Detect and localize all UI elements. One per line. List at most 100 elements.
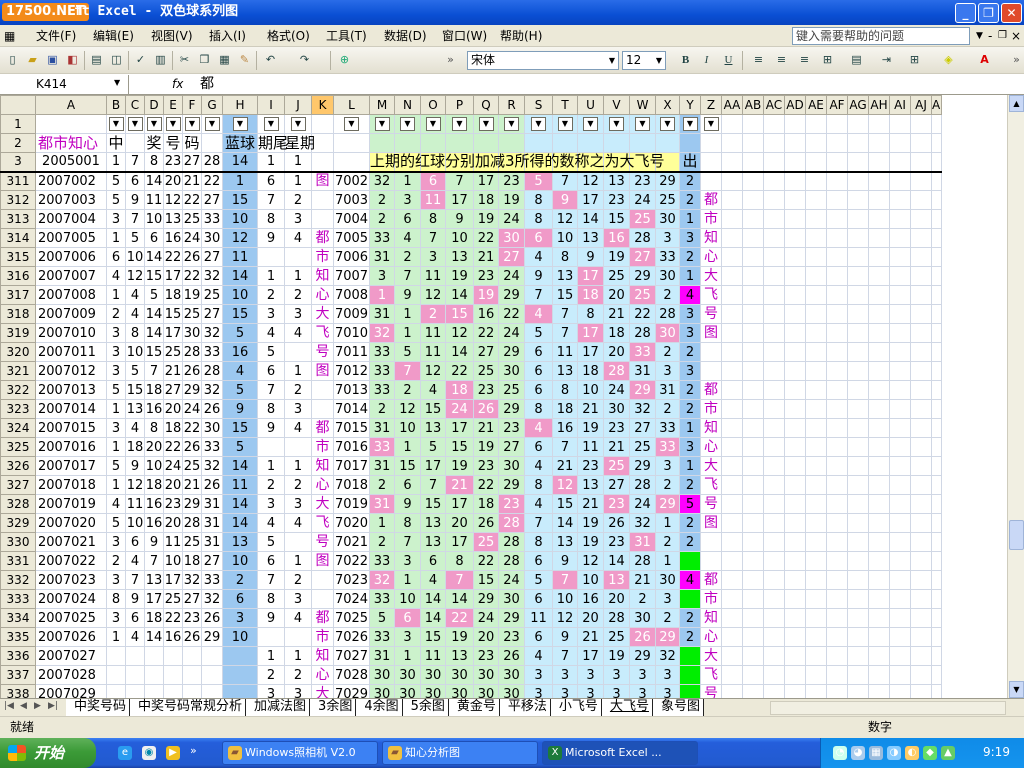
cell[interactable]: 21	[552, 456, 578, 476]
cell[interactable]: 32	[201, 589, 223, 609]
cell[interactable]	[826, 133, 848, 153]
filter-cell[interactable]	[826, 114, 848, 134]
cell[interactable]: 6	[524, 589, 553, 609]
autofilter-dropdown-icon[interactable]: ▼	[400, 117, 415, 131]
cell[interactable]: 12	[445, 323, 474, 343]
cell[interactable]: 3	[655, 665, 680, 685]
cell[interactable]: 2	[655, 608, 680, 628]
row-header[interactable]: 332	[0, 570, 36, 590]
cell[interactable]: 15	[222, 304, 258, 324]
cell[interactable]	[284, 627, 312, 647]
column-header[interactable]: AD	[784, 95, 806, 115]
column-header[interactable]: T	[552, 95, 578, 115]
cell[interactable]	[420, 133, 446, 153]
cell[interactable]: 3	[106, 532, 126, 552]
cell[interactable]: 23	[577, 456, 604, 476]
excel-doc-icon[interactable]: ▦	[4, 28, 15, 44]
chevron-down-icon[interactable]: ▼	[654, 53, 664, 68]
cell[interactable]: 16	[473, 304, 499, 324]
cell[interactable]: 2	[369, 532, 395, 552]
cell[interactable]	[763, 475, 785, 495]
cell[interactable]	[201, 665, 223, 685]
cell[interactable]: 心	[700, 437, 722, 457]
menu-window[interactable]: 窗口(W)	[442, 28, 487, 44]
filter-cell[interactable]: ▼	[369, 114, 395, 134]
cell[interactable]	[784, 152, 806, 172]
cell[interactable]: 1	[655, 513, 680, 533]
cell[interactable]: 10	[445, 228, 474, 248]
cell[interactable]	[182, 665, 202, 685]
doc-minimize-icon[interactable]: -	[988, 28, 992, 44]
autofilter-dropdown-icon[interactable]: ▼	[263, 117, 279, 131]
cell[interactable]: 14	[144, 304, 164, 324]
cell[interactable]: 23	[498, 627, 525, 647]
autofilter-dropdown-icon[interactable]: ▼	[204, 117, 220, 131]
filter-cell[interactable]: ▼	[524, 114, 553, 134]
cell[interactable]	[826, 380, 848, 400]
cell[interactable]: 31	[369, 304, 395, 324]
cell[interactable]: 7	[125, 570, 145, 590]
cell[interactable]	[784, 399, 806, 419]
column-header[interactable]: AK	[931, 95, 942, 115]
cell[interactable]: 12	[394, 399, 421, 419]
cell[interactable]: 29	[655, 171, 680, 191]
cell[interactable]	[700, 133, 722, 153]
cell[interactable]	[826, 399, 848, 419]
cell[interactable]: 21	[473, 418, 499, 438]
cell[interactable]: 31	[369, 494, 395, 514]
cell[interactable]: 26	[182, 247, 202, 267]
column-header[interactable]: I	[257, 95, 285, 115]
filter-cell[interactable]	[721, 114, 743, 134]
cell[interactable]	[784, 684, 806, 698]
cell[interactable]: 18	[577, 285, 604, 305]
cell[interactable]: 32	[655, 646, 680, 666]
cell[interactable]	[889, 323, 911, 343]
cell[interactable]	[868, 361, 890, 381]
cell[interactable]	[931, 304, 942, 324]
cell[interactable]	[805, 646, 827, 666]
cell[interactable]: 4	[524, 646, 553, 666]
cell[interactable]: 7	[394, 532, 421, 552]
cell[interactable]	[826, 532, 848, 552]
cell[interactable]: 7	[257, 190, 285, 210]
cell[interactable]	[910, 304, 932, 324]
column-header[interactable]: Q	[473, 95, 499, 115]
cell[interactable]	[257, 437, 285, 457]
cell[interactable]	[222, 684, 258, 698]
cell[interactable]: 5	[394, 342, 421, 362]
cell[interactable]: 2	[394, 247, 421, 267]
cell[interactable]: 3	[655, 684, 680, 698]
autofilter-dropdown-icon[interactable]: ▼	[635, 117, 650, 131]
cell[interactable]: 2	[655, 399, 680, 419]
cell[interactable]	[805, 456, 827, 476]
cell[interactable]: 4	[394, 228, 421, 248]
cell[interactable]: 8	[524, 399, 553, 419]
cell[interactable]: 14	[420, 608, 446, 628]
cell[interactable]	[805, 190, 827, 210]
cell[interactable]: 2	[655, 285, 680, 305]
cell[interactable]: 23	[603, 494, 630, 514]
cell[interactable]: 21	[629, 570, 656, 590]
cell[interactable]: 29	[629, 646, 656, 666]
cell[interactable]: 22	[445, 608, 474, 628]
cell[interactable]: 4	[420, 380, 446, 400]
menu-format[interactable]: 格式(O)	[267, 28, 310, 44]
cell[interactable]	[847, 380, 869, 400]
cell[interactable]: 2007013	[35, 380, 107, 400]
cell[interactable]	[847, 190, 869, 210]
cell[interactable]: 1	[679, 266, 701, 286]
cell[interactable]: 6	[420, 551, 446, 571]
cell[interactable]: 30	[420, 684, 446, 698]
cell[interactable]: 2	[679, 627, 701, 647]
font-color-icon[interactable]: A	[976, 52, 993, 68]
cell[interactable]: 29	[629, 266, 656, 286]
cell[interactable]	[931, 551, 942, 571]
cell[interactable]	[222, 665, 258, 685]
cell[interactable]: 7	[144, 551, 164, 571]
cell[interactable]: 7015	[333, 418, 370, 438]
cell[interactable]: 中	[106, 133, 126, 153]
cell[interactable]: 6	[524, 437, 553, 457]
filter-cell[interactable]: ▼	[679, 114, 701, 134]
cell[interactable]: 19	[445, 627, 474, 647]
cell[interactable]	[222, 646, 258, 666]
